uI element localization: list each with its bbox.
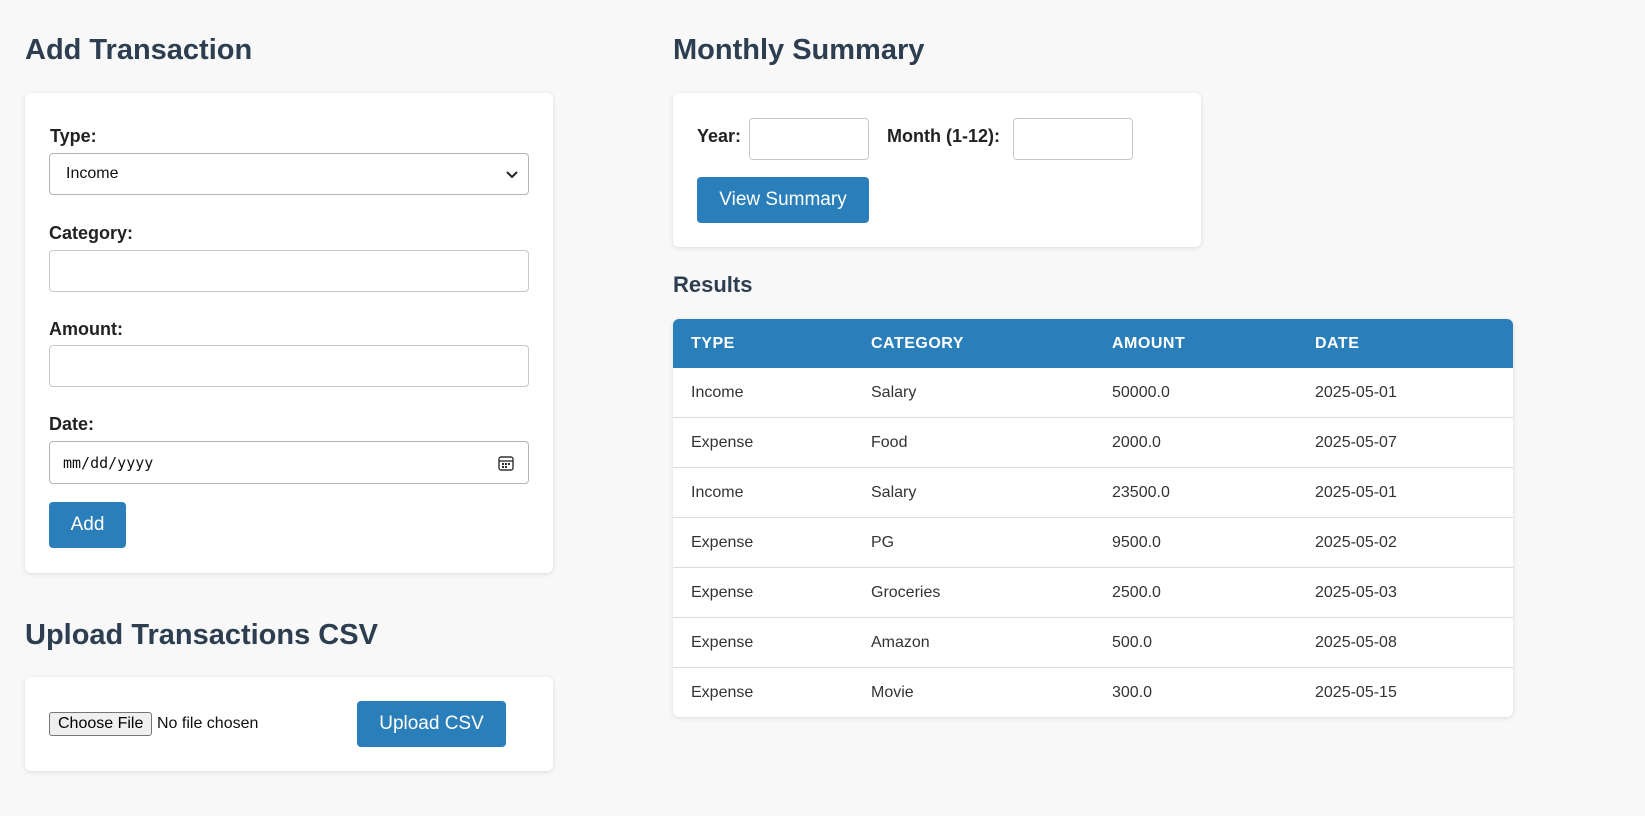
category-input[interactable] bbox=[49, 250, 529, 292]
cell-amount: 2500.0 bbox=[1112, 584, 1161, 601]
type-select-value: Income bbox=[66, 165, 119, 182]
add-transaction-title: Add Transaction bbox=[25, 34, 253, 66]
table-header: TYPE CATEGORY AMOUNT DATE bbox=[673, 319, 1513, 368]
cell-type: Expense bbox=[691, 634, 754, 651]
cell-category: Movie bbox=[871, 684, 914, 701]
month-label: Month (1-12): bbox=[887, 126, 1000, 146]
table-row: Income Salary 50000.0 2025-05-01 bbox=[673, 368, 1513, 417]
column-header-category: CATEGORY bbox=[871, 335, 964, 352]
cell-amount: 50000.0 bbox=[1112, 384, 1170, 401]
date-placeholder: mm/dd/yyyy bbox=[63, 453, 154, 472]
upload-title: Upload Transactions CSV bbox=[25, 619, 378, 651]
date-input[interactable]: mm/dd/yyyy bbox=[49, 441, 529, 484]
cell-amount: 2000.0 bbox=[1112, 434, 1161, 451]
chevron-down-icon bbox=[506, 171, 518, 179]
cell-category: Salary bbox=[871, 384, 917, 401]
file-status: No file chosen bbox=[157, 715, 259, 732]
cell-amount: 500.0 bbox=[1112, 634, 1153, 651]
choose-file-button[interactable]: Choose File bbox=[49, 712, 153, 736]
table-row: Expense Movie 300.0 2025-05-15 bbox=[673, 667, 1513, 717]
cell-date: 2025-05-01 bbox=[1315, 484, 1397, 501]
cell-amount: 23500.0 bbox=[1112, 484, 1170, 501]
category-label: Category: bbox=[49, 223, 134, 243]
cell-category: Groceries bbox=[871, 584, 941, 601]
cell-type: Expense bbox=[691, 534, 754, 551]
cell-category: Amazon bbox=[871, 634, 930, 651]
calendar-icon[interactable] bbox=[497, 454, 515, 472]
amount-input[interactable] bbox=[49, 345, 529, 387]
column-header-type: TYPE bbox=[691, 335, 735, 352]
cell-type: Expense bbox=[691, 584, 754, 601]
cell-category: Salary bbox=[871, 484, 917, 501]
cell-type: Income bbox=[691, 484, 744, 501]
type-select[interactable]: Income bbox=[49, 153, 529, 195]
table-row: Expense PG 9500.0 2025-05-02 bbox=[673, 517, 1513, 567]
table-row: Income Salary 23500.0 2025-05-01 bbox=[673, 467, 1513, 517]
table-row: Expense Food 2000.0 2025-05-07 bbox=[673, 417, 1513, 467]
add-button[interactable]: Add bbox=[49, 502, 126, 548]
cell-category: PG bbox=[871, 534, 895, 551]
amount-label: Amount: bbox=[49, 319, 123, 339]
table-row: Expense Amazon 500.0 2025-05-08 bbox=[673, 617, 1513, 667]
date-label: Date: bbox=[49, 414, 95, 434]
upload-csv-button[interactable]: Upload CSV bbox=[357, 701, 506, 747]
cell-type: Expense bbox=[691, 684, 754, 701]
column-header-date: DATE bbox=[1315, 335, 1360, 352]
year-label: Year: bbox=[697, 126, 742, 146]
cell-type: Expense bbox=[691, 434, 754, 451]
cell-date: 2025-05-01 bbox=[1315, 384, 1397, 401]
cell-date: 2025-05-07 bbox=[1315, 434, 1397, 451]
cell-date: 2025-05-03 bbox=[1315, 584, 1397, 601]
cell-date: 2025-05-08 bbox=[1315, 634, 1397, 651]
cell-amount: 9500.0 bbox=[1112, 534, 1161, 551]
cell-type: Income bbox=[691, 384, 744, 401]
monthly-summary-title: Monthly Summary bbox=[673, 34, 925, 66]
cell-date: 2025-05-02 bbox=[1315, 534, 1397, 551]
view-summary-button[interactable]: View Summary bbox=[697, 177, 869, 223]
cell-category: Food bbox=[871, 434, 908, 451]
results-title: Results bbox=[673, 272, 753, 297]
month-input[interactable] bbox=[1013, 118, 1133, 160]
column-header-amount: AMOUNT bbox=[1112, 335, 1186, 352]
table-row: Expense Groceries 2500.0 2025-05-03 bbox=[673, 567, 1513, 617]
summary-card bbox=[673, 93, 1201, 247]
year-input[interactable] bbox=[749, 118, 869, 160]
type-label: Type: bbox=[50, 126, 97, 146]
cell-amount: 300.0 bbox=[1112, 684, 1153, 701]
cell-date: 2025-05-15 bbox=[1315, 684, 1397, 701]
results-table: TYPE CATEGORY AMOUNT DATE Income Salary … bbox=[673, 319, 1513, 717]
